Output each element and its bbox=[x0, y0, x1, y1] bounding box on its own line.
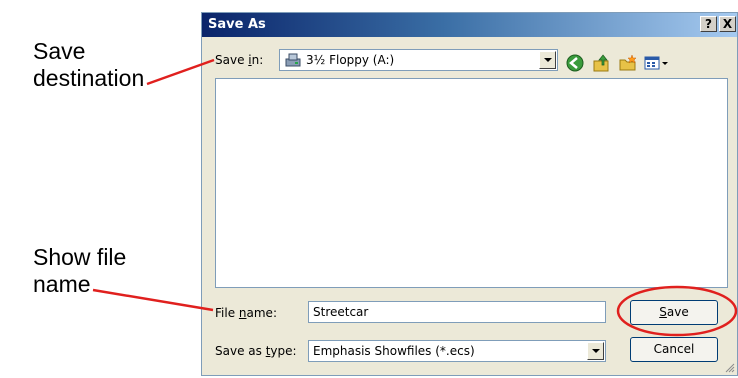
save-as-type-value: Emphasis Showfiles (*.ecs) bbox=[313, 344, 475, 358]
dropdown-arrow-icon[interactable] bbox=[587, 342, 604, 360]
save-as-dialog: Save As ? X Save in: 3½ Floppy (A:) File… bbox=[201, 12, 738, 376]
cancel-button[interactable]: Cancel bbox=[630, 337, 718, 362]
file-list[interactable] bbox=[215, 78, 728, 288]
save-in-label: Save in: bbox=[215, 53, 264, 67]
save-as-type-label: Save as type: bbox=[215, 344, 297, 358]
callout-line-2: name bbox=[33, 271, 91, 297]
callout-line-1: Save bbox=[33, 38, 86, 64]
dialog-title: Save As bbox=[208, 17, 266, 32]
callout-show-file-name: Show file name bbox=[33, 244, 126, 298]
save-in-value: 3½ Floppy (A:) bbox=[306, 53, 395, 67]
save-button[interactable]: Save bbox=[630, 300, 718, 325]
back-icon[interactable] bbox=[565, 53, 585, 73]
save-in-dropdown[interactable]: 3½ Floppy (A:) bbox=[279, 49, 558, 71]
help-button[interactable]: ? bbox=[700, 16, 717, 32]
file-name-value: Streetcar bbox=[313, 305, 369, 319]
file-name-label: File name: bbox=[215, 306, 277, 320]
new-folder-icon[interactable] bbox=[618, 53, 638, 73]
file-name-field[interactable]: Streetcar bbox=[308, 301, 606, 323]
callout-line-1: Show file bbox=[33, 244, 127, 270]
title-bar: Save As ? X bbox=[202, 13, 737, 37]
save-as-type-dropdown[interactable]: Emphasis Showfiles (*.ecs) bbox=[308, 340, 606, 362]
callout-save-destination: Save destination bbox=[33, 38, 144, 92]
floppy-drive-icon bbox=[285, 53, 301, 67]
resize-grip-icon[interactable] bbox=[725, 363, 735, 373]
close-button[interactable]: X bbox=[719, 16, 736, 32]
callout-line-2: destination bbox=[33, 65, 145, 91]
up-folder-icon[interactable] bbox=[592, 53, 612, 73]
view-menu-icon[interactable] bbox=[643, 53, 671, 73]
dropdown-arrow-icon[interactable] bbox=[539, 51, 556, 69]
